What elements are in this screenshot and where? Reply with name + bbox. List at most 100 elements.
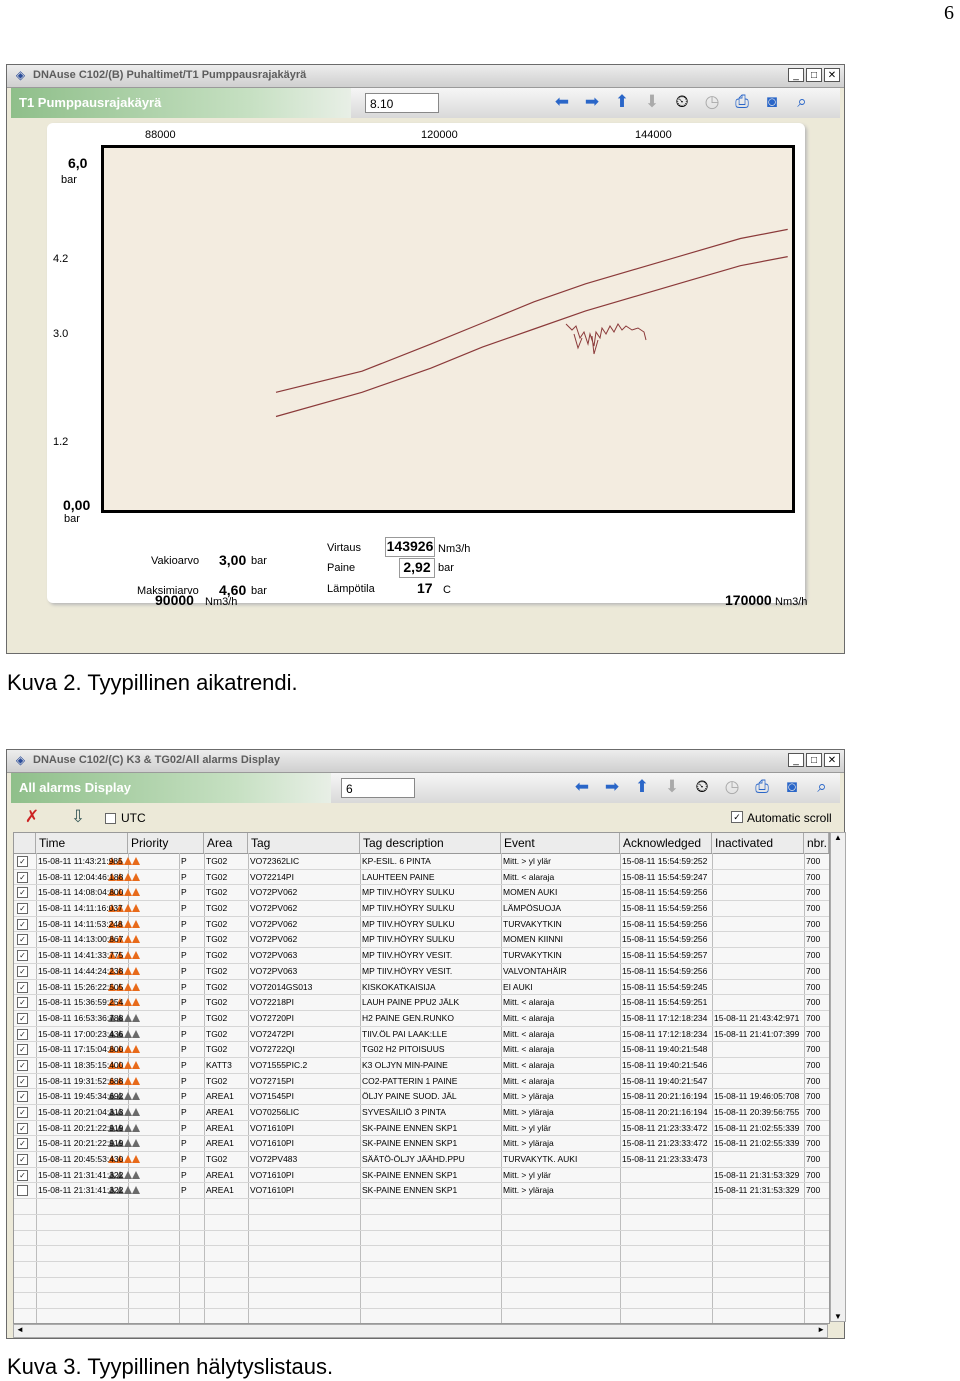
maximize-button[interactable]: □ [806, 68, 822, 82]
table-row[interactable]: ✓ 15-08-11 15:36:59:254 P TG02 VO72218PI LAUH… [14, 995, 829, 1011]
zoom-icon[interactable]: ⌕ [791, 91, 813, 113]
arrow-down-icon[interactable]: ⬇ [641, 91, 663, 113]
table-row[interactable]: ✓ 15-08-11 11:43:21:985 P TG02 VO72362LIC KP-… [14, 854, 829, 870]
row-checkbox[interactable]: ✓ [17, 965, 28, 977]
arrow-down-icon[interactable]: ⬇ [661, 776, 683, 798]
arrow-up-icon[interactable]: ⬆ [611, 91, 633, 113]
table-row[interactable]: ✓ 15-08-11 16:53:36:788 P TG02 VO72720PI H2 P… [14, 1011, 829, 1027]
row-checkbox[interactable]: ✓ [17, 934, 28, 946]
row-checkbox[interactable]: ✓ [17, 950, 28, 962]
table-row[interactable]: ✓ 15-08-11 15:26:22:505 P TG02 VO72014GS013 K… [14, 980, 829, 996]
print-icon[interactable]: ⎙ [751, 776, 773, 798]
utc-checkbox[interactable] [105, 813, 116, 824]
scroll-left-icon[interactable]: ◄ [16, 1325, 24, 1334]
row-checkbox[interactable]: ✓ [17, 1075, 28, 1087]
row-checkbox[interactable]: ✓ [17, 1044, 28, 1056]
title-bar[interactable]: ◈ DNAuse C102/(B) Puhaltimet/T1 Pumppaus… [7, 65, 844, 88]
table-row[interactable]: ✓ 15-08-11 19:45:34:692 P AREA1 VO71545PI ÖLJ… [14, 1089, 829, 1105]
table-row[interactable]: ✓ 15-08-11 14:08:04:800 P TG02 VO72PV062 MP T… [14, 885, 829, 902]
minimize-button[interactable]: _ [788, 753, 804, 767]
row-checkbox[interactable]: ✓ [17, 1122, 28, 1134]
arrow-left-icon[interactable]: ⬅ [551, 91, 573, 113]
scroll-right-icon[interactable]: ► [817, 1325, 825, 1334]
cell-p: P [181, 1154, 187, 1165]
row-checkbox[interactable]: ✓ [17, 1091, 28, 1103]
trend-plot-area[interactable] [101, 145, 795, 513]
row-checkbox[interactable]: ✓ [17, 1154, 28, 1166]
close-button[interactable]: ✕ [824, 753, 840, 767]
history-icon[interactable]: ⏲ [691, 776, 713, 798]
history-icon[interactable]: ⏲ [671, 91, 693, 113]
column-header-check [14, 833, 36, 853]
row-checkbox[interactable]: ✓ [17, 903, 28, 915]
row-checkbox[interactable]: ✓ [17, 871, 28, 883]
column-header-inactivated[interactable]: Inactivated [712, 833, 804, 853]
column-header-nbr[interactable]: nbr. [804, 833, 829, 853]
stopwatch-icon[interactable]: ◷ [701, 91, 723, 113]
row-checkbox[interactable]: ✓ [17, 981, 28, 993]
cell-time: 15-08-11 17:00:23:436 [38, 1028, 124, 1039]
camera-icon[interactable]: ◙ [761, 91, 783, 113]
acknowledge-icon[interactable]: ⇩ [67, 806, 89, 828]
table-row[interactable]: ✓ 15-08-11 20:21:22:919 P AREA1 VO71610PI SK-… [14, 1136, 829, 1153]
close-button[interactable]: ✕ [824, 68, 840, 82]
table-row[interactable]: ✓ 15-08-11 14:11:16:037 P TG02 VO72PV062 MP T… [14, 901, 829, 917]
column-header-tag-description[interactable]: Tag description [360, 833, 501, 853]
cell-tag: VO72722QI [250, 1044, 295, 1055]
row-checkbox[interactable]: ✓ [17, 1059, 28, 1071]
arrow-right-icon[interactable]: ➡ [581, 91, 603, 113]
print-icon[interactable]: ⎙ [731, 91, 753, 113]
row-checkbox[interactable]: ✓ [17, 918, 28, 930]
clear-alarm-icon[interactable]: ✗ [21, 806, 43, 828]
table-row[interactable]: ✓ 15-08-11 14:11:53:248 P TG02 VO72PV062 MP T… [14, 917, 829, 933]
row-checkbox[interactable] [17, 1185, 28, 1197]
stopwatch-icon[interactable]: ◷ [721, 776, 743, 798]
row-checkbox[interactable]: ✓ [17, 997, 28, 1009]
column-header-priority[interactable]: Priority [128, 833, 204, 853]
display-number-input[interactable]: 6 [341, 778, 415, 798]
arrow-up-icon[interactable]: ⬆ [631, 776, 653, 798]
column-header-event[interactable]: Event [501, 833, 620, 853]
camera-icon[interactable]: ◙ [781, 776, 803, 798]
automatic-scroll-checkbox[interactable]: ✓ [731, 811, 743, 823]
title-bar[interactable]: ◈ DNAuse C102/(C) K3 & TG02/All alarms D… [7, 750, 844, 773]
column-header-time[interactable]: Time [36, 833, 128, 853]
row-checkbox[interactable]: ✓ [17, 1107, 28, 1118]
minimize-button[interactable]: _ [788, 68, 804, 82]
arrow-right-icon[interactable]: ➡ [601, 776, 623, 798]
table-row[interactable]: ✓ 15-08-11 20:21:22:919 P AREA1 VO71610PI SK-… [14, 1121, 829, 1137]
utc-label: UTC [121, 811, 146, 825]
display-number-input[interactable]: 8.10 [365, 93, 439, 113]
vertical-scrollbar[interactable]: ▲ ▼ [830, 832, 846, 1322]
table-row[interactable]: ✓ 15-08-11 14:41:33:775 P TG02 VO72PV063 MP T… [14, 948, 829, 964]
table-row[interactable]: 15-08-11 21:31:41:322 P AREA1 VO71610PI SK-P… [14, 1183, 829, 1200]
column-header-acknowledged[interactable]: Acknowledged [620, 833, 712, 853]
scroll-up-icon[interactable]: ▲ [831, 833, 845, 842]
table-row[interactable]: ✓ 15-08-11 14:13:00:867 P TG02 VO72PV062 MP T… [14, 932, 829, 949]
cell-p: P [181, 1091, 187, 1102]
column-header-tag[interactable]: Tag [248, 833, 360, 853]
table-row[interactable]: ✓ 15-08-11 17:00:23:436 P TG02 VO72472PI TIIV… [14, 1027, 829, 1043]
table-row[interactable]: ✓ 15-08-11 14:44:24:238 P TG02 VO72PV063 MP T… [14, 964, 829, 980]
table-row[interactable]: ✓ 15-08-11 21:31:41:322 P AREA1 VO71610PI SK-… [14, 1168, 829, 1184]
horizontal-scrollbar[interactable]: ◄ ► [13, 1324, 828, 1338]
table-row[interactable]: ✓ 15-08-11 20:21:04:313 P AREA1 VO70256LIC SY… [14, 1105, 829, 1121]
table-row[interactable]: ✓ 15-08-11 19:31:52:688 P TG02 VO72715PI CO2-… [14, 1074, 829, 1090]
table-row[interactable]: ✓ 15-08-11 18:35:15:400 P KATT3 VO71555PIC.2… [14, 1058, 829, 1074]
row-checkbox[interactable]: ✓ [17, 887, 28, 899]
row-checkbox[interactable]: ✓ [17, 1028, 28, 1040]
row-checkbox[interactable]: ✓ [17, 1012, 28, 1024]
paine-unit: bar [438, 562, 454, 574]
table-row[interactable]: ✓ 15-08-11 17:15:04:800 P TG02 VO72722QI TG02… [14, 1042, 829, 1058]
row-checkbox[interactable]: ✓ [17, 1138, 28, 1150]
table-row[interactable]: ✓ 15-08-11 20:45:53:430 P TG02 VO72PV483 SÄÄT… [14, 1152, 829, 1168]
scroll-down-icon[interactable]: ▼ [831, 1312, 845, 1321]
maximize-button[interactable]: □ [806, 753, 822, 767]
row-checkbox[interactable]: ✓ [17, 1169, 28, 1181]
arrow-left-icon[interactable]: ⬅ [571, 776, 593, 798]
virtaus-unit: Nm3/h [438, 543, 471, 555]
zoom-icon[interactable]: ⌕ [811, 776, 833, 798]
column-header-area[interactable]: Area [204, 833, 248, 853]
table-row[interactable]: ✓ 15-08-11 12:04:46:188 P TG02 VO72214PI LAUH… [14, 870, 829, 886]
row-checkbox[interactable]: ✓ [17, 856, 28, 867]
